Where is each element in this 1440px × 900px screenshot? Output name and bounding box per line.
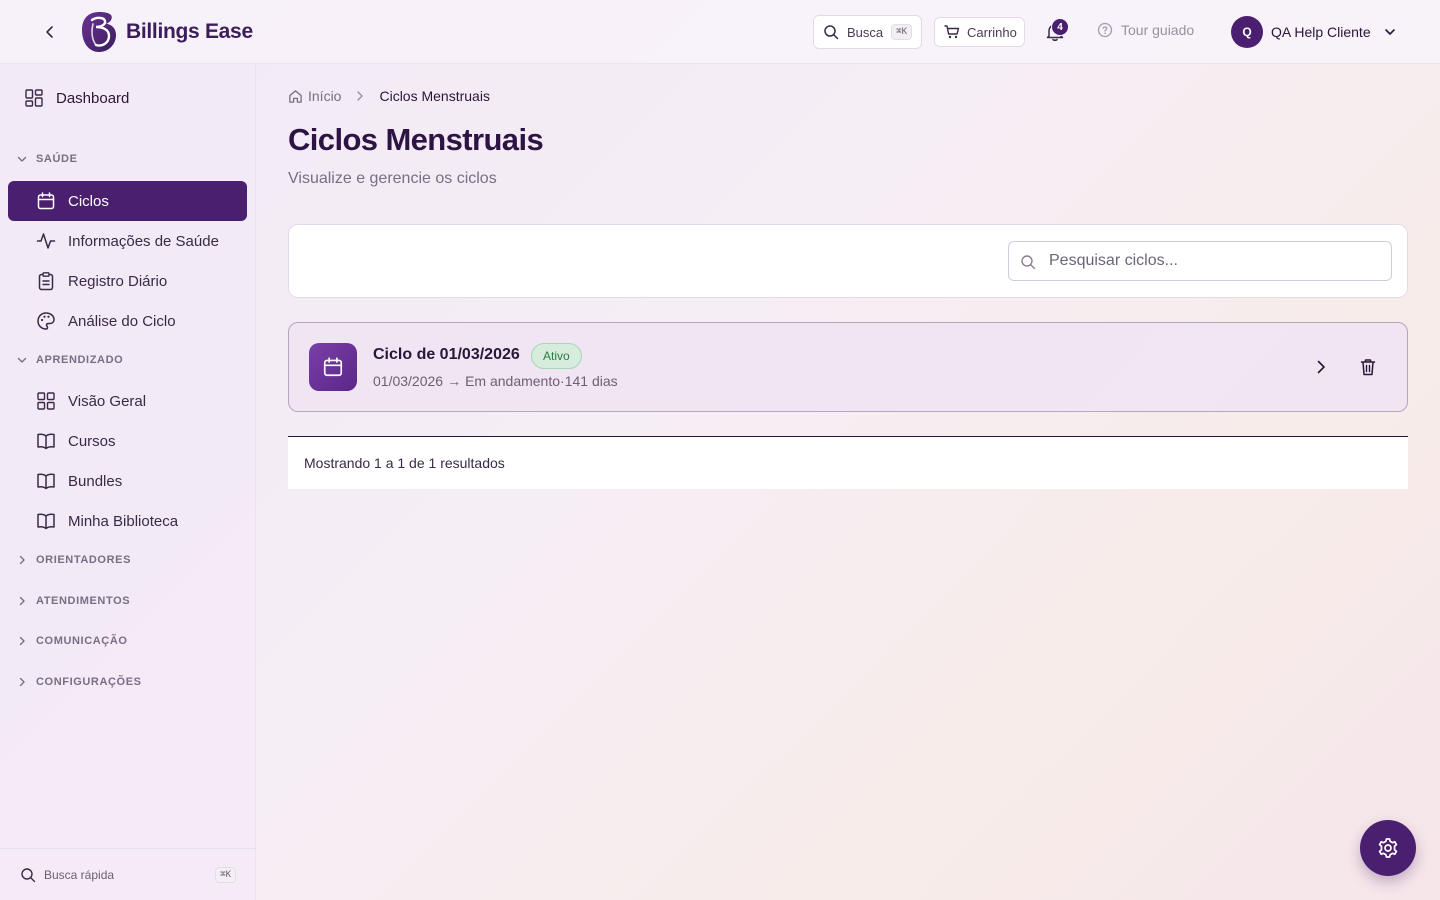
trash-icon[interactable] — [1359, 357, 1377, 377]
user-name: QA Help Cliente — [1271, 24, 1371, 40]
avatar: Q — [1231, 16, 1263, 48]
section-configuracoes[interactable]: CONFIGURAÇÕES — [16, 676, 142, 688]
gear-icon — [1378, 838, 1398, 858]
sidebar-item-cursos[interactable]: Cursos — [8, 421, 247, 461]
user-menu[interactable]: Q QA Help Cliente — [1231, 16, 1397, 48]
home-icon — [289, 89, 302, 103]
cycle-calendar-badge — [309, 343, 357, 391]
sidebar-item-label: Ciclos — [68, 192, 109, 210]
section-saude[interactable]: SAÚDE — [16, 153, 78, 165]
sidebar-item-minha-biblioteca[interactable]: Minha Biblioteca — [8, 501, 247, 541]
cart-label: Carrinho — [967, 24, 1017, 40]
section-orientadores[interactable]: ORIENTADORES — [16, 554, 131, 566]
search-icon — [824, 25, 839, 40]
cycle-duration: 141 dias — [564, 373, 618, 389]
clipboard-icon — [38, 272, 54, 291]
page-title: Ciclos Menstruais — [288, 122, 544, 157]
help-circle-icon — [1097, 22, 1113, 38]
chevron-left-icon — [46, 26, 53, 38]
section-label: ATENDIMENTOS — [36, 595, 131, 607]
shortcut-hint: ⌘K — [891, 24, 912, 40]
results-text: Mostrando 1 a 1 de 1 resultados — [304, 455, 505, 471]
chevron-right-icon — [19, 555, 25, 565]
book-open-icon — [37, 513, 55, 530]
section-label: SAÚDE — [36, 153, 78, 165]
grid-icon — [37, 392, 55, 410]
cart-button[interactable]: Carrinho — [934, 17, 1025, 47]
quick-search-button[interactable]: Busca rápida ⌘K — [0, 848, 256, 900]
book-open-icon — [37, 433, 55, 450]
filter-card — [288, 224, 1408, 298]
cycle-list-item[interactable]: Ciclo de 01/03/2026 Ativo 01/03/2026 → Em … — [288, 322, 1408, 412]
activity-icon — [36, 233, 56, 249]
shortcut-hint: ⌘K — [215, 866, 236, 883]
calendar-icon — [323, 357, 343, 377]
status-badge: Ativo — [531, 343, 582, 369]
breadcrumb-current: Ciclos Menstruais — [379, 88, 490, 104]
sidebar-item-informacoes-de-saude[interactable]: Informações de Saúde — [8, 221, 247, 261]
search-icon — [21, 867, 36, 882]
chevron-down-icon — [17, 357, 27, 363]
cycle-search-input[interactable] — [1009, 242, 1391, 280]
cycle-search-field — [1008, 241, 1392, 281]
section-label: CONFIGURAÇÕES — [36, 676, 142, 688]
top-bar: Billings Ease Busca ⌘K Carrinho 4 Tour g… — [0, 0, 1440, 64]
sidebar-item-label: Visão Geral — [68, 392, 147, 410]
breadcrumb-home[interactable]: Início — [288, 88, 341, 104]
quick-search-label: Busca rápida — [44, 867, 115, 882]
cycle-start-date: 01/03/2026 — [373, 373, 444, 389]
sidebar-item-label: Minha Biblioteca — [68, 512, 179, 530]
sidebar-item-analise-do-ciclo[interactable]: Análise do Ciclo — [8, 301, 247, 341]
chevron-right-icon — [19, 636, 25, 646]
cart-icon — [944, 25, 960, 39]
arrow-right-icon: → — [447, 373, 462, 389]
sidebar-item-bundles[interactable]: Bundles — [8, 461, 247, 501]
sidebar-item-label: Informações de Saúde — [68, 232, 219, 250]
sidebar-item-label: Bundles — [68, 472, 123, 490]
chevron-down-icon — [17, 156, 27, 162]
sidebar-item-visao-geral[interactable]: Visão Geral — [8, 381, 247, 421]
sidebar-item-label: Análise do Ciclo — [68, 312, 176, 330]
cycle-end-status: Em andamento — [465, 373, 561, 389]
cycle-title: Ciclo de 01/03/2026 — [373, 346, 520, 363]
chevron-right-icon — [19, 596, 25, 606]
chevron-right-icon[interactable] — [1311, 357, 1331, 377]
palette-icon — [37, 312, 55, 330]
brand-name: Billings Ease — [126, 20, 253, 43]
book-open-icon — [37, 473, 55, 490]
brand-logo-icon — [82, 12, 116, 52]
notification-count-badge: 4 — [1051, 18, 1069, 36]
section-label: ORIENTADORES — [36, 554, 132, 566]
sidebar: Dashboard SAÚDE Ciclos Informações de Sa… — [0, 64, 256, 900]
sidebar-item-label: Registro Diário — [68, 272, 168, 290]
settings-fab-button[interactable] — [1360, 820, 1416, 876]
cycle-meta: 01/03/2026 → Em andamento·141 dias — [373, 373, 618, 389]
section-aprendizado[interactable]: APRENDIZADO — [16, 354, 123, 366]
section-comunicacao[interactable]: COMUNICAÇÃO — [16, 635, 128, 647]
brand[interactable]: Billings Ease — [80, 10, 253, 54]
back-button[interactable] — [38, 20, 62, 44]
chevron-right-icon — [357, 91, 364, 101]
chevron-right-icon — [19, 677, 25, 687]
chevron-down-icon — [1384, 29, 1395, 35]
section-atendimentos[interactable]: ATENDIMENTOS — [16, 595, 130, 607]
section-label: COMUNICAÇÃO — [36, 635, 128, 647]
sidebar-item-ciclos[interactable]: Ciclos — [8, 181, 247, 221]
breadcrumb-home-label: Início — [308, 88, 342, 104]
guided-tour-label: Tour guiado — [1121, 22, 1195, 38]
search-icon — [1021, 255, 1036, 270]
global-search-label: Busca — [847, 24, 884, 40]
sidebar-item-label: Cursos — [68, 432, 116, 450]
grid-icon — [25, 89, 43, 107]
sidebar-item-label: Dashboard — [56, 89, 130, 107]
breadcrumb: Início Ciclos Menstruais — [288, 88, 490, 104]
section-label: APRENDIZADO — [36, 354, 124, 366]
sidebar-item-registro-diario[interactable]: Registro Diário — [8, 261, 247, 301]
calendar-icon — [37, 192, 55, 210]
pagination-summary: Mostrando 1 a 1 de 1 resultados — [288, 436, 1408, 489]
global-search-button[interactable]: Busca ⌘K — [813, 15, 922, 49]
page-subtitle: Visualize e gerencie os ciclos — [288, 170, 497, 187]
guided-tour-button[interactable]: Tour guiado — [1097, 22, 1194, 38]
sidebar-item-dashboard[interactable]: Dashboard — [24, 88, 129, 108]
